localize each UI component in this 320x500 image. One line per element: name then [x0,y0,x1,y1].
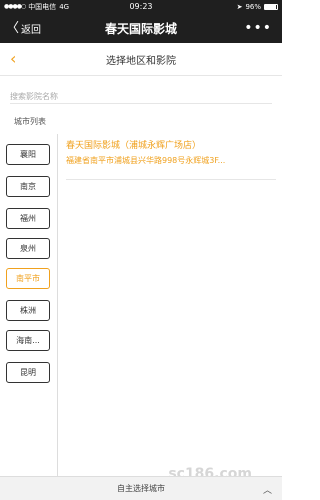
status-left: ●●●●○ 中国电信 4G [4,2,104,12]
chevron-left-icon: 〈 [6,20,20,36]
back-button[interactable]: 〈 返回 [0,21,70,36]
location-icon: ➤ [236,2,243,11]
city-item-kunming[interactable]: 昆明 [6,362,50,383]
city-item-hainan[interactable]: 海南... [6,330,50,351]
nav-bar: 〈 返回 春天国际影城 ••• [0,13,282,43]
page-title: 春天国际影城 [104,21,177,36]
sub-header-title: 选择地区和影院 [106,55,176,67]
battery-icon [264,3,278,10]
city-list-label: 城市列表 [14,117,46,126]
sub-back-chevron-icon[interactable]: ‹ [10,49,16,68]
signal-strength-icon: ●●●●○ [4,3,26,10]
cinema-address: 福建省南平市浦城县兴华路998号永辉城3F... [66,156,226,165]
battery-percent: 96% [245,2,261,11]
city-item-quanzhou[interactable]: 泉州 [6,238,50,259]
network-type: 4G [59,2,70,11]
custom-city-bar[interactable]: 自主选择城市 ︿ [0,476,282,500]
city-item-fuzhou[interactable]: 福州 [6,208,50,229]
status-time: 09:23 [129,2,153,11]
city-sidebar: 襄阳 南京 福州 泉州 南平市 株洲 海南... 昆明 [0,134,58,476]
custom-city-label: 自主选择城市 [117,484,165,493]
more-options-button[interactable]: ••• [212,20,282,36]
city-item-nanjing[interactable]: 南京 [6,176,50,197]
carrier-name: 中国电信 [28,2,57,11]
search-box[interactable] [10,84,272,106]
chevron-up-icon: ︿ [262,486,272,496]
status-bar: ●●●●○ 中国电信 4G 09:23 ➤ 96% [0,0,282,13]
back-label: 返回 [21,24,42,36]
city-item-zhuzhou[interactable]: 株洲 [6,300,50,321]
cinema-list-item[interactable]: 春天国际影城（浦城永辉广场店） 福建省南平市浦城县兴华路998号永辉城3F... [66,138,276,180]
sub-header: ‹ 选择地区和影院 [0,43,282,76]
city-item-xiangyang[interactable]: 襄阳 [6,144,50,165]
search-input[interactable] [10,87,272,106]
cinema-name: 春天国际影城（浦城永辉广场店） [66,141,202,151]
status-right: ➤ 96% [178,3,278,11]
city-item-nanping[interactable]: 南平市 [6,268,50,289]
